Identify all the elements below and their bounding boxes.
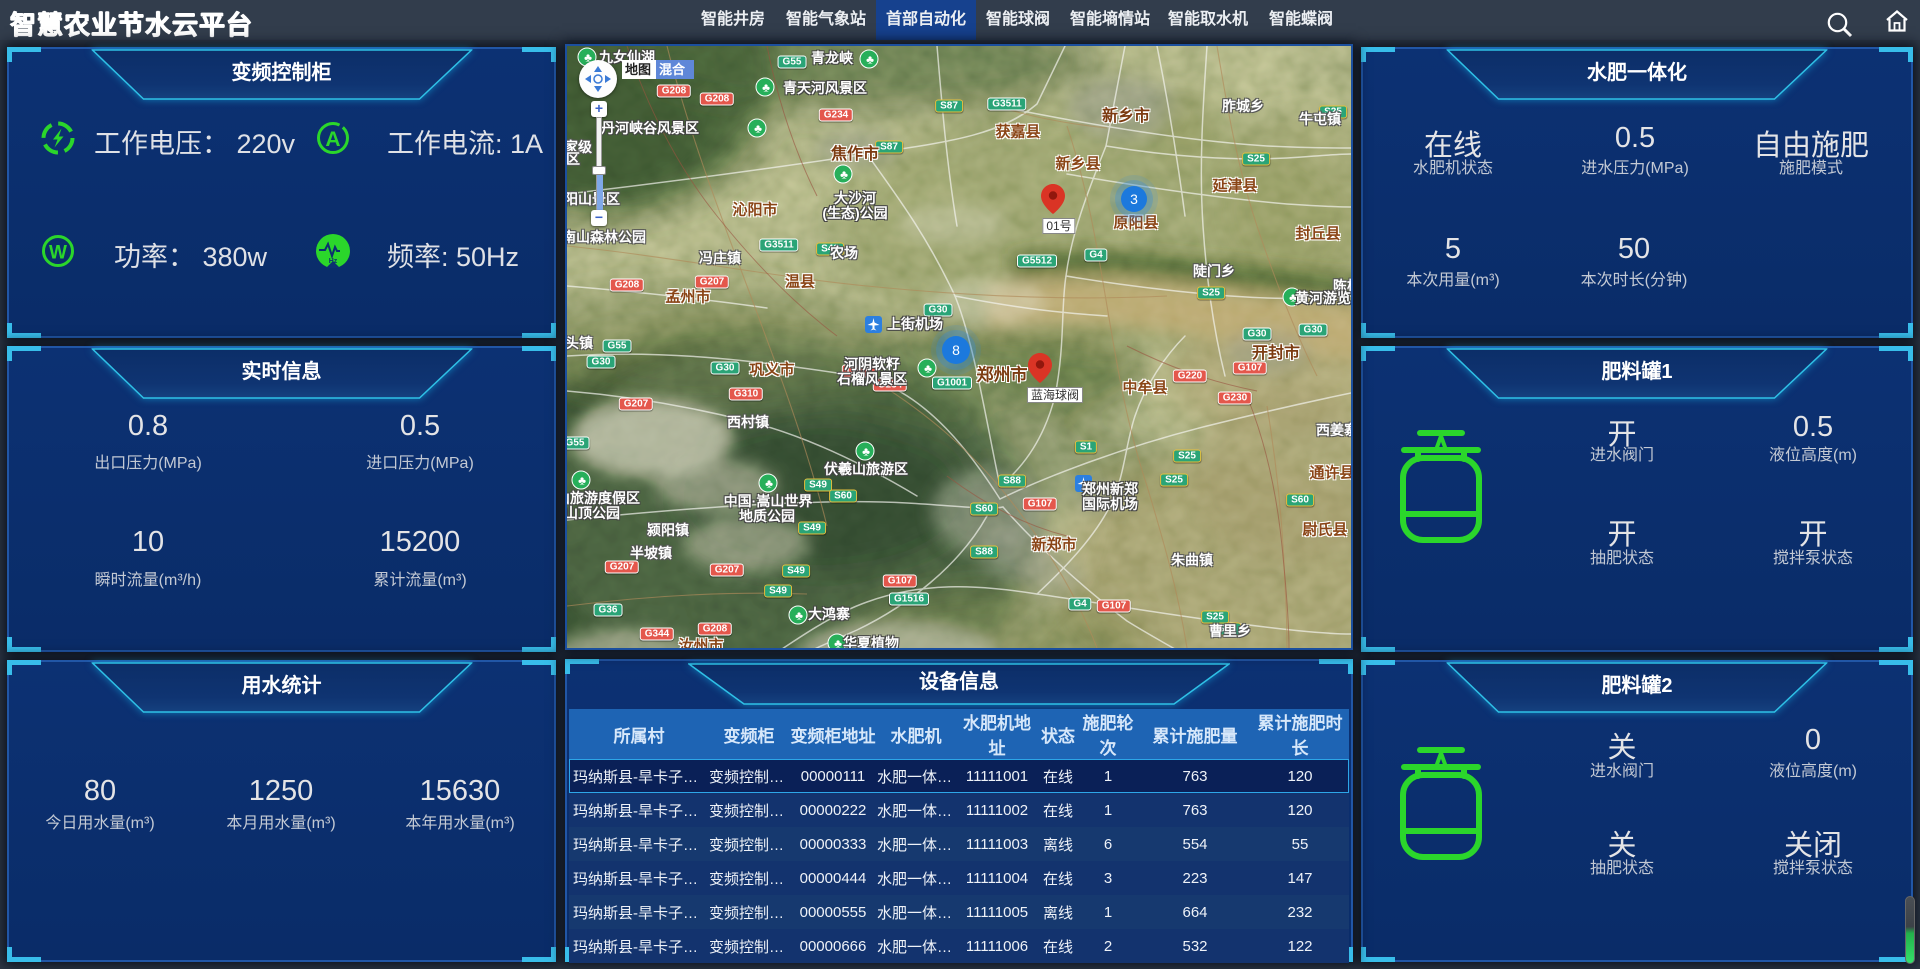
svg-text:A: A: [325, 128, 340, 151]
svg-text:W: W: [49, 243, 67, 264]
